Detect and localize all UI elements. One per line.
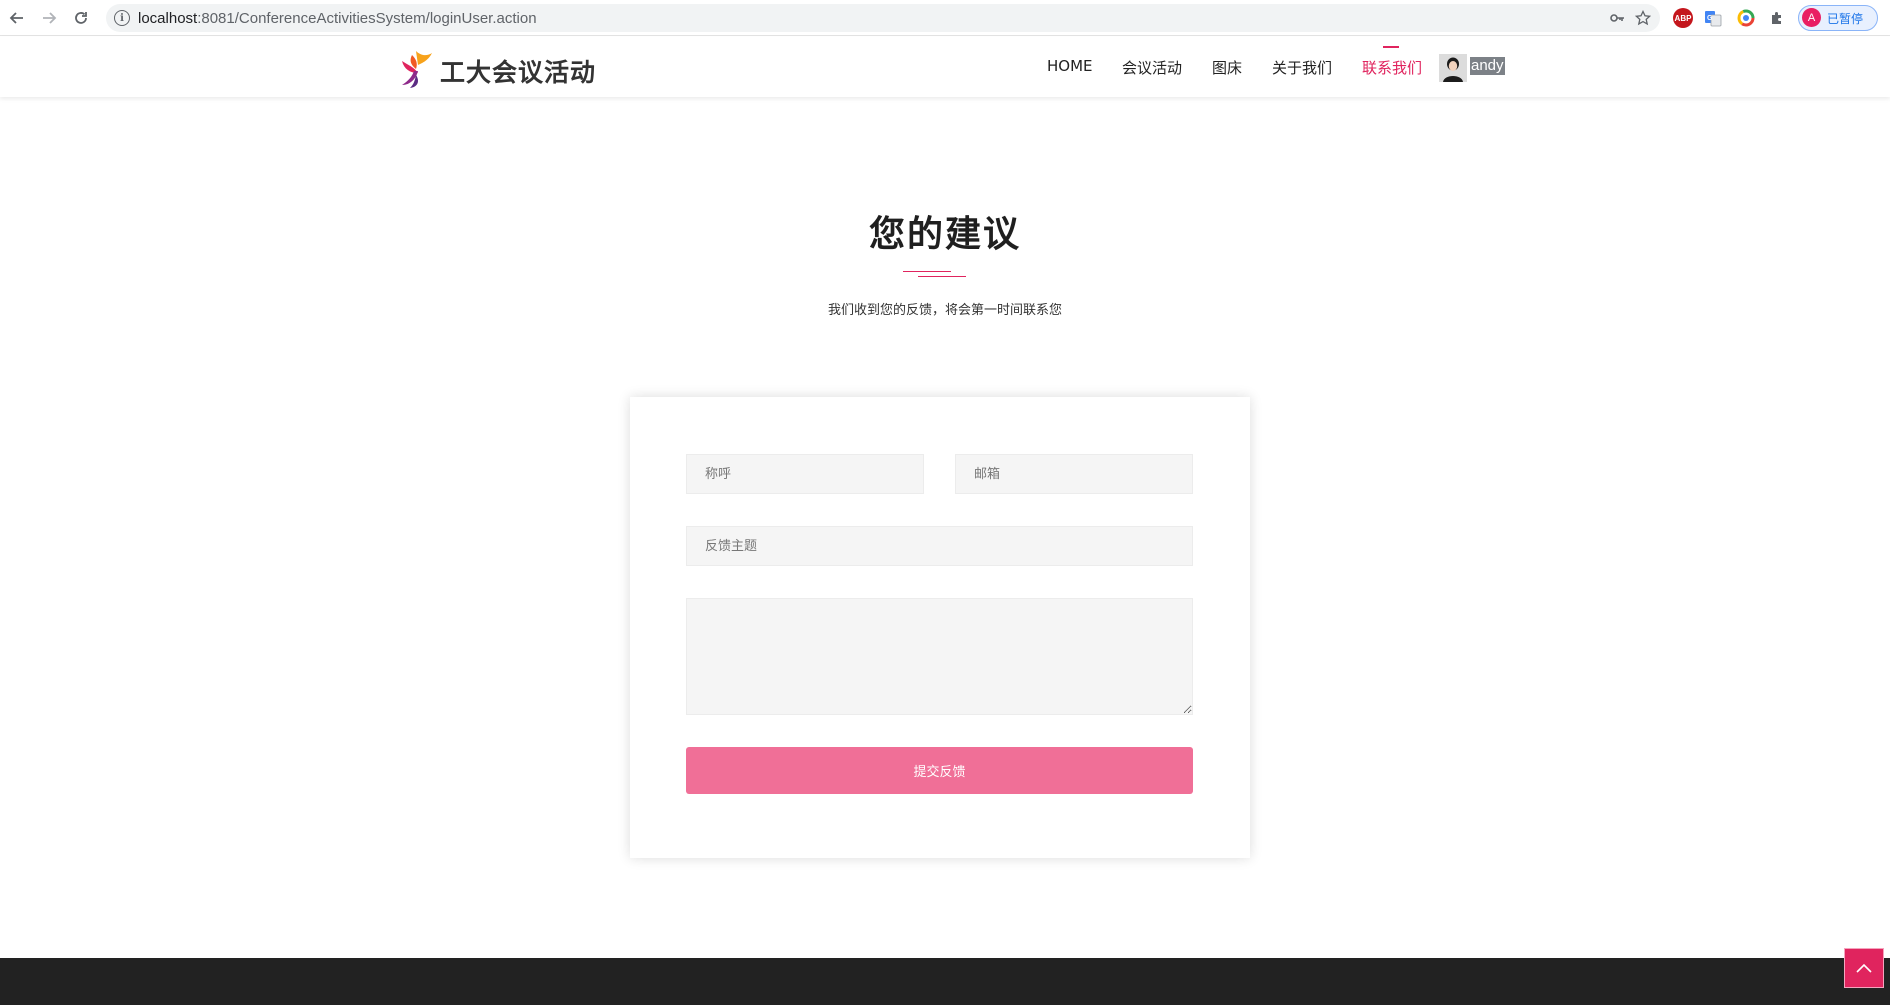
profile-button[interactable]: A 已暂停	[1798, 5, 1878, 31]
logo-text: 工大会议活动	[440, 58, 597, 87]
back-to-top-button[interactable]	[1844, 948, 1884, 988]
submit-feedback-button[interactable]: 提交反馈	[686, 747, 1193, 794]
title-divider-secondary	[918, 276, 966, 277]
email-field[interactable]	[955, 454, 1193, 494]
abp-icon[interactable]: ABP	[1673, 8, 1693, 28]
key-icon[interactable]	[1608, 9, 1626, 27]
message-field[interactable]	[686, 598, 1193, 715]
user-avatar[interactable]	[1439, 54, 1467, 82]
url-text[interactable]: localhost:8081/ConferenceActivitiesSyste…	[138, 10, 537, 27]
browser-toolbar: i localhost:8081/ConferenceActivitiesSys…	[0, 0, 1890, 36]
user-photo-icon	[1439, 54, 1467, 82]
translate-icon[interactable]: G	[1703, 8, 1723, 28]
feedback-form: 提交反馈	[630, 397, 1250, 858]
reload-icon[interactable]	[69, 6, 93, 30]
svg-text:G: G	[1707, 15, 1713, 22]
menu-item-home[interactable]: HOME	[1047, 57, 1093, 75]
back-icon[interactable]	[5, 6, 29, 30]
user-name[interactable]: andy	[1470, 57, 1505, 75]
subject-field[interactable]	[686, 526, 1193, 566]
page-subtitle: 我们收到您的反馈，将会第一时间联系您	[827, 303, 1062, 318]
title-divider	[903, 271, 951, 272]
menu-item-gallery[interactable]: 图床	[1212, 57, 1242, 78]
star-icon[interactable]	[1634, 9, 1652, 27]
chrome-color-icon[interactable]	[1736, 8, 1756, 28]
phoenix-logo-icon	[402, 51, 432, 88]
menu-item-contact[interactable]: 联系我们	[1362, 57, 1422, 78]
name-field[interactable]	[686, 454, 924, 494]
address-bar[interactable]: i localhost:8081/ConferenceActivitiesSys…	[106, 4, 1660, 32]
page-title: 您的建议	[868, 214, 1021, 255]
chevron-up-icon	[1856, 963, 1872, 973]
profile-avatar: A	[1802, 8, 1821, 27]
site-header: 工大会议活动 HOME 会议活动 图床 关于我们 联系我们 andy	[0, 37, 1890, 97]
menu-item-activities[interactable]: 会议活动	[1122, 57, 1182, 78]
profile-status: 已暂停	[1827, 12, 1864, 26]
menu-item-about[interactable]: 关于我们	[1272, 57, 1332, 78]
puzzle-icon[interactable]	[1767, 8, 1787, 28]
site-info-icon[interactable]: i	[114, 10, 130, 26]
active-indicator	[1383, 46, 1399, 48]
site-logo[interactable]: 工大会议活动	[396, 47, 595, 89]
forward-icon[interactable]	[37, 6, 61, 30]
site-footer	[0, 958, 1890, 1005]
